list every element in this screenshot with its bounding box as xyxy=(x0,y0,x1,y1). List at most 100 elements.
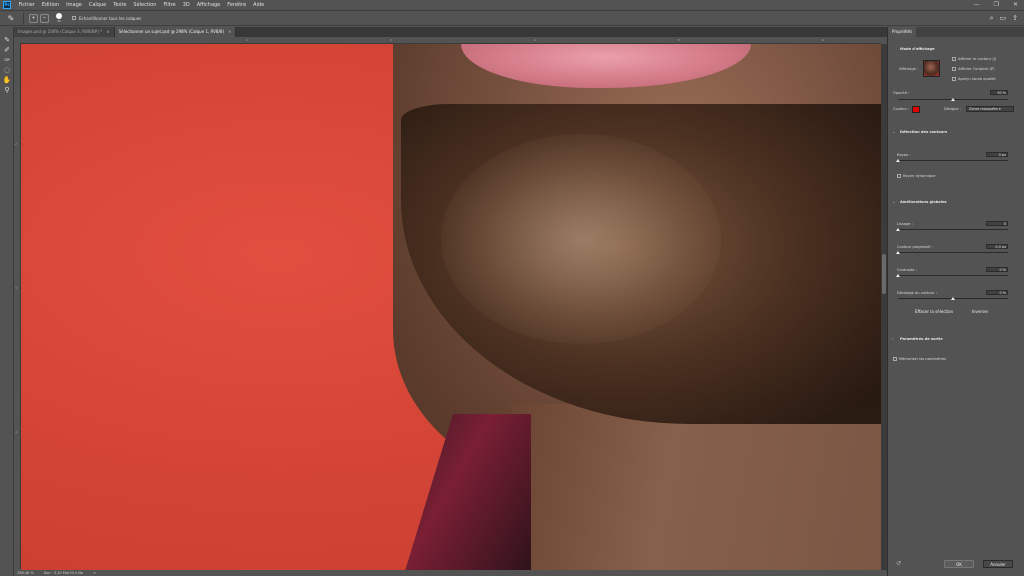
shift-edge-slider-handle[interactable] xyxy=(951,297,955,300)
close-tab-icon[interactable]: × xyxy=(106,27,109,37)
document-canvas[interactable] xyxy=(21,44,881,570)
opacity-field[interactable]: 50 % xyxy=(990,90,1008,95)
options-right-icons: ⌕ ▭ ⇪ xyxy=(990,14,1018,23)
menu-texte[interactable]: Texte xyxy=(110,2,130,8)
reset-icon[interactable]: ↺ xyxy=(896,560,901,567)
tab-images-psd[interactable]: Images.psd @ 106% (Calque 3, RVB/8#) * × xyxy=(14,27,115,37)
opacity-slider-handle[interactable] xyxy=(951,98,955,101)
menu-selection[interactable]: Sélection xyxy=(130,2,160,8)
contrast-slider-handle[interactable] xyxy=(896,274,900,277)
feather-label: Contour progressif : xyxy=(897,245,933,249)
zoom-level[interactable]: 298,46 % xyxy=(17,570,34,576)
menu-aide[interactable]: Aide xyxy=(250,2,268,8)
close-tab-icon[interactable]: × xyxy=(228,27,231,37)
search-icon[interactable]: ⌕ xyxy=(990,14,994,23)
menu-filtre[interactable]: Filtre xyxy=(160,2,179,8)
menu-affichage[interactable]: Affichage xyxy=(193,2,224,8)
affichage-label: Affichage : xyxy=(899,67,919,71)
tool-preset-icon[interactable]: ✎ xyxy=(4,13,18,23)
ruler-tick: 5 xyxy=(678,38,680,42)
feather-slider[interactable] xyxy=(898,252,1008,253)
menu-3d[interactable]: 3D xyxy=(179,2,193,8)
neck xyxy=(511,404,881,570)
brush-size-picker[interactable]: 30 xyxy=(54,13,64,23)
maximize-icon[interactable]: ❐ xyxy=(994,1,999,8)
refine-edge-brush-icon[interactable]: ✑ xyxy=(0,55,14,65)
tab-selectionner-sujet[interactable]: Sélectionner un sujet.psd @ 298% (Calque… xyxy=(114,27,237,37)
show-original-checkbox[interactable] xyxy=(952,67,956,71)
menu-edition[interactable]: Edition xyxy=(38,2,62,8)
output-settings-title: Paramètres de sortie xyxy=(900,337,943,341)
status-arrow-icon[interactable]: > xyxy=(93,570,96,576)
zoom-icon[interactable]: ⚲ xyxy=(0,85,14,95)
view-mode-thumbnail[interactable] xyxy=(923,60,940,77)
chevron-right-icon[interactable]: › xyxy=(892,336,894,341)
chevron-down-icon[interactable]: ⌄ xyxy=(892,199,895,204)
shift-edge-field[interactable]: 0 % xyxy=(986,290,1008,295)
radius-slider[interactable] xyxy=(898,160,1008,161)
sample-all-layers-label: Echantillonner tous les calques xyxy=(79,15,142,21)
invert-button[interactable]: Inverser xyxy=(966,308,994,316)
menu-fenetre[interactable]: Fenêtre xyxy=(224,2,250,8)
doc-size: Doc : 3,10 Mo/19,4 Mo xyxy=(43,571,84,575)
menu-calque[interactable]: Calque xyxy=(85,2,109,8)
show-original-label: Afficher l'original (P) xyxy=(958,67,995,71)
ruler-tick: 2 xyxy=(246,38,248,42)
brush-size-value: 30 xyxy=(57,19,61,23)
options-bar: ✎ + − 30 Echantillonner tous les calques… xyxy=(0,10,1024,26)
minimize-icon[interactable]: — xyxy=(974,1,980,8)
smooth-label: Lissage : xyxy=(897,222,913,226)
hand-icon[interactable]: ✋ xyxy=(0,75,14,85)
remember-settings-label: Mémoriser les paramètres xyxy=(899,357,947,361)
smart-radius-checkbox[interactable] xyxy=(897,174,901,178)
lasso-icon[interactable]: ◌ xyxy=(0,65,14,75)
tab-label: Images.psd @ 106% (Calque 3, RVB/8#) * xyxy=(18,29,103,34)
contrast-field[interactable]: 0 % xyxy=(986,267,1008,272)
close-icon[interactable]: ✕ xyxy=(1013,1,1018,8)
ruler-tick: 3 xyxy=(390,38,392,42)
show-edge-label: Afficher le contour (J) xyxy=(958,57,997,61)
ruler-tick: 4 xyxy=(15,430,17,434)
remember-settings-checkbox[interactable] xyxy=(893,357,897,361)
menu-fichier[interactable]: Fichier xyxy=(15,2,38,8)
clear-selection-button[interactable]: Effacer la sélection xyxy=(910,308,958,316)
properties-panel: Propriétés Mode d'affichage Affichage : … xyxy=(887,27,1024,576)
show-edge-checkbox[interactable] xyxy=(952,57,956,61)
menu-image[interactable]: Image xyxy=(63,2,86,8)
high-quality-checkbox[interactable] xyxy=(952,77,956,81)
smooth-slider[interactable] xyxy=(898,229,1008,230)
feather-field[interactable]: 0,0 px xyxy=(986,244,1008,249)
brush-tool-icon[interactable]: ✎ xyxy=(0,35,14,45)
radius-slider-handle[interactable] xyxy=(896,159,900,162)
sample-all-layers-checkbox[interactable] xyxy=(72,16,76,20)
ruler-tick: 4 xyxy=(534,38,536,42)
smooth-slider-handle[interactable] xyxy=(896,228,900,231)
opacity-label: Opacité : xyxy=(893,91,910,95)
indicates-dropdown[interactable]: Zones masquées ▾ xyxy=(966,106,1014,112)
feather-slider-handle[interactable] xyxy=(896,251,900,254)
smart-radius-label: Rayon dynamique xyxy=(903,174,936,178)
smooth-field[interactable]: 0 xyxy=(986,221,1008,226)
document-tabs: Images.psd @ 106% (Calque 3, RVB/8#) * ×… xyxy=(14,27,887,37)
ruler-tick: 2 xyxy=(15,142,17,146)
color-swatch[interactable] xyxy=(912,106,920,113)
color-label: Couleur : xyxy=(893,107,910,111)
chevron-down-icon[interactable]: ⌄ xyxy=(892,129,895,134)
subtract-from-selection-icon[interactable]: − xyxy=(40,13,49,23)
ok-button[interactable]: OK xyxy=(944,560,974,568)
add-to-selection-icon[interactable]: + xyxy=(29,13,38,23)
tab-proprietes[interactable]: Propriétés xyxy=(888,27,917,37)
tools-panel: ✎ ✐ ✑ ◌ ✋ ⚲ xyxy=(0,27,14,576)
ruler-horizontal: 2 3 4 5 6 xyxy=(20,37,881,44)
contrast-slider[interactable] xyxy=(898,275,1008,276)
radius-field[interactable]: 0 px xyxy=(986,152,1008,157)
share-icon[interactable]: ⇪ xyxy=(1012,14,1018,23)
workspace-icon[interactable]: ▭ xyxy=(1000,14,1007,23)
global-refinements-title: Améliorations globales xyxy=(900,200,947,204)
high-quality-label: Aperçu haute qualité xyxy=(958,77,996,81)
ruler-tick: 6 xyxy=(822,38,824,42)
quick-selection-icon[interactable]: ✐ xyxy=(0,45,14,55)
scroll-thumb[interactable] xyxy=(882,254,886,294)
photoshop-logo: Ps xyxy=(3,1,11,9)
cancel-button[interactable]: Annuler xyxy=(983,560,1013,568)
